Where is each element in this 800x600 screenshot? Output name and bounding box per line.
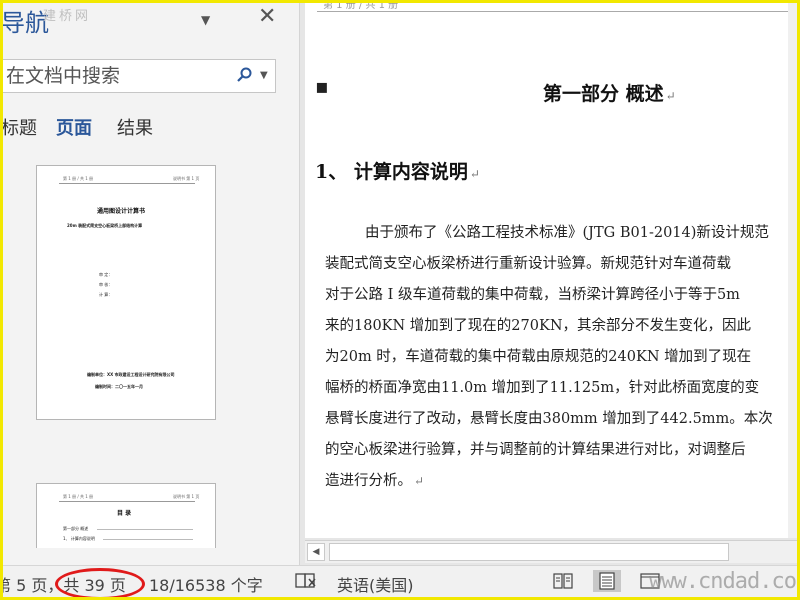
nav-pane-title: 导航 xyxy=(1,9,49,37)
paragraph-line-8: 的空心板梁进行验算，并与调整前的计算结果进行对比，对调整后 xyxy=(325,442,746,458)
nav-options-chevron-icon[interactable]: ▼ xyxy=(201,13,210,27)
thumb-field-3: 计 算： xyxy=(99,292,113,297)
read-mode-button[interactable] xyxy=(549,570,577,592)
search-icon[interactable] xyxy=(236,67,252,83)
scroll-left-arrow-icon[interactable]: ◀ xyxy=(307,543,325,561)
paragraph-mark-icon: ↵ xyxy=(414,474,425,488)
nav-search-box[interactable]: ▼ xyxy=(3,59,276,93)
read-mode-icon xyxy=(553,573,573,589)
nav-close-icon[interactable]: ✕ xyxy=(258,5,276,29)
page-thumbnails: 第 1 册 / 共 1 册 说明书 第 1 页 通用图设计计算书 20m 装配式… xyxy=(3,153,299,548)
thumb2-header-left: 第 1 册 / 共 1 册 xyxy=(63,494,94,499)
word-count-status[interactable]: 18/16538 个字 xyxy=(149,572,263,596)
thumb2-toc-item-1: 第一部分 概述 xyxy=(63,526,89,531)
paragraph-line-1: 由于颁布了《公路工程技术标准》(JTG B01-2014)新设计规范 xyxy=(365,225,769,241)
paragraph-mark-icon: ↵ xyxy=(665,89,676,103)
watermark-top: 建桥网 xyxy=(43,9,92,24)
thumb-title: 通用图设计计算书 xyxy=(97,208,146,215)
paragraph-line-9-text: 造进行分析。 xyxy=(325,473,412,489)
tab-results[interactable]: 结果 xyxy=(117,114,153,140)
horizontal-scrollbar[interactable]: ◀ xyxy=(305,540,797,563)
horizontal-scroll-thumb[interactable] xyxy=(329,543,729,561)
thumb-field-2: 审 核： xyxy=(99,282,113,287)
print-layout-icon xyxy=(599,572,615,590)
thumb2-header-rule xyxy=(59,501,195,502)
thumb-header-rule xyxy=(59,183,195,184)
section-heading-text: 1、 计算内容说明 xyxy=(315,161,468,183)
thumb-header-right: 说明书 第 1 页 xyxy=(173,176,200,181)
navigation-pane: 导航 建桥网 ▼ ✕ ▼ 标题 页面 结果 第 1 册 / 共 1 册 说明书 … xyxy=(3,3,300,565)
paragraph-line-6: 幅桥的桥面净宽由11.0m 增加到了11.125m，针对此桥面宽度的变 xyxy=(325,380,760,396)
proofing-book-icon[interactable] xyxy=(295,572,317,590)
page-thumbnail-1[interactable]: 第 1 册 / 共 1 册 说明书 第 1 页 通用图设计计算书 20m 装配式… xyxy=(36,165,216,420)
thumb-footer-1: 编制单位：XX 市政建设工程设计研究院有限公司 xyxy=(87,372,175,377)
tab-pages[interactable]: 页面 xyxy=(56,114,92,140)
vertical-scrollbar[interactable] xyxy=(788,3,797,538)
section-heading: 1、 计算内容说明 ↵ xyxy=(315,157,480,184)
language-status[interactable]: 英语(美国) xyxy=(337,572,414,596)
thumb2-toc-item-2: 1、 计算内容说明 xyxy=(63,536,95,541)
thumb-header-left: 第 1 册 / 共 1 册 xyxy=(63,176,94,181)
page-header-text: 第 1 册 / 共 1 册 xyxy=(323,3,399,11)
paragraph-line-9: 造进行分析。 ↵ xyxy=(325,469,424,490)
page-thumbnail-2[interactable]: 第 1 册 / 共 1 册 说明书 第 1 页 目 录 第一部分 概述 1、 计… xyxy=(36,483,216,548)
search-options-chevron-icon[interactable]: ▼ xyxy=(260,70,268,81)
red-highlight-ellipse xyxy=(55,568,145,597)
print-layout-button[interactable] xyxy=(593,570,621,592)
paragraph-marker: ▪ xyxy=(315,74,329,98)
paragraph-line-7: 悬臂长度进行了改动，悬臂长度由380mm 增加到了442.5mm。本次 xyxy=(325,411,773,427)
paragraph-line-3: 对于公路 I 级车道荷载的集中荷载，当桥梁计算跨径小于等于5m xyxy=(325,287,740,303)
document-page[interactable]: 第 1 册 / 共 1 册 ▪ 第一部分 概述 ↵ 1、 计算内容说明 ↵ 由于颁布… xyxy=(305,3,797,538)
thumb-footer-2: 编制时间：二〇一五年一月 xyxy=(95,384,143,389)
word-window: 导航 建桥网 ▼ ✕ ▼ 标题 页面 结果 第 1 册 / 共 1 册 说明书 … xyxy=(0,0,800,600)
paragraph-mark-icon: ↵ xyxy=(469,167,480,181)
thumb-field-1: 审 定： xyxy=(99,272,113,277)
page-header-rule xyxy=(317,11,797,12)
watermark-bottom: www.cndad.com xyxy=(649,569,800,594)
part-heading-text: 第一部分 概述 xyxy=(543,83,664,105)
paragraph-line-2: 装配式简支空心板梁桥进行重新设计验算。新规范针对车道荷载 xyxy=(325,256,731,272)
thumb-subtitle: 20m 装配式简支空心板梁桥上部结构计算 xyxy=(67,223,143,228)
thumb2-toc-leader-1 xyxy=(97,529,193,530)
nav-search-input[interactable] xyxy=(3,60,231,92)
paragraph-line-4: 来的180KN 增加到了现在的270KN，其余部分不发生变化，因此 xyxy=(325,318,751,334)
thumb2-header-right: 说明书 第 1 页 xyxy=(173,494,200,499)
paragraph-line-5: 为20m 时，车道荷载的集中荷载由原规范的240KN 增加到了现在 xyxy=(325,349,752,365)
document-area: 第 1 册 / 共 1 册 ▪ 第一部分 概述 ↵ 1、 计算内容说明 ↵ 由于颁布… xyxy=(300,3,797,565)
part-heading: 第一部分 概述 ↵ xyxy=(543,79,676,106)
thumb2-toc-leader-2 xyxy=(103,539,193,540)
tab-headings[interactable]: 标题 xyxy=(3,114,37,140)
thumb2-toc-title: 目 录 xyxy=(117,510,132,517)
